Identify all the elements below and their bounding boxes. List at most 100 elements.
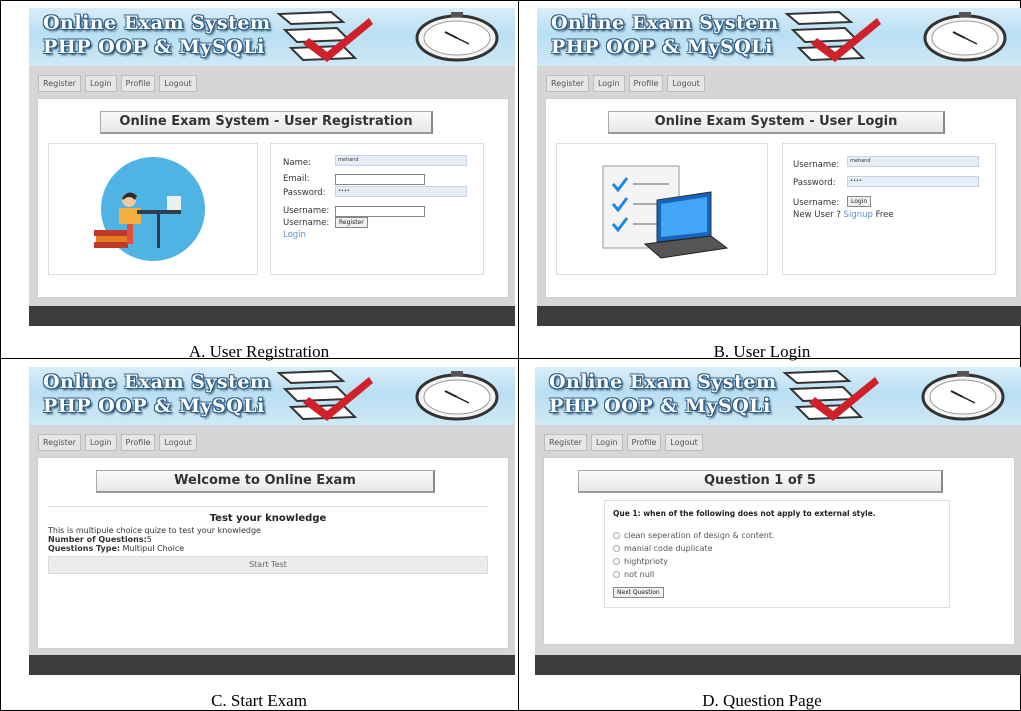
option-item[interactable]: not null <box>613 568 775 581</box>
nav-login[interactable]: Login <box>592 75 625 92</box>
signup-link[interactable]: Signup <box>844 210 873 220</box>
radio-icon[interactable] <box>613 558 620 565</box>
option-item[interactable]: hightprioty <box>613 555 775 568</box>
option-label: hightprioty <box>624 557 668 566</box>
register-button[interactable]: Register <box>335 217 368 228</box>
nav-menu: Register Login Profile Logout <box>38 75 197 92</box>
caption-d: D. Question Page <box>702 691 822 710</box>
nav-login[interactable]: Login <box>84 75 117 92</box>
password-label: Password: <box>283 188 326 198</box>
free-text: Free <box>875 210 894 220</box>
main-area: Register Login Profile Logout Question 1… <box>535 425 1021 655</box>
banner-title-line2: PHP OOP & MySQLi <box>549 395 771 417</box>
footer-bar <box>29 306 515 326</box>
nav-profile[interactable]: Profile <box>628 75 664 92</box>
username-input[interactable]: mehand <box>847 156 979 167</box>
exam-heading: Test your knowledge <box>209 513 327 524</box>
new-user-text: New User ? <box>793 210 841 220</box>
nav-menu: Register Login Profile Logout <box>546 75 705 92</box>
main-area: Register Login Profile Logout Welcome to… <box>29 425 515 661</box>
footer-bar <box>537 306 1021 326</box>
caption-b: B. User Login <box>713 342 811 361</box>
banner-title-line1: Online Exam System <box>43 12 271 34</box>
login-button[interactable]: Login <box>847 196 872 207</box>
password-input[interactable]: •••• <box>335 186 467 197</box>
content-card: Question 1 of 5 Que 1: when of the follo… <box>543 457 1015 645</box>
question-box: Que 1: when of the following does not ap… <box>604 500 950 608</box>
option-item[interactable]: manial code duplicate <box>613 542 775 555</box>
question-count-row: Number of Questions:5 <box>48 535 488 544</box>
page-title: Question 1 of 5 <box>578 470 943 493</box>
banner-title-line2: PHP OOP & MySQLi <box>551 36 773 58</box>
question-type-label: Questions Type: <box>48 544 121 553</box>
next-question-button[interactable]: Next Question <box>613 587 664 598</box>
nav-register[interactable]: Register <box>546 75 589 92</box>
nav-profile[interactable]: Profile <box>120 434 156 451</box>
username-input[interactable] <box>335 206 425 217</box>
banner-checklist-clock-icon <box>782 369 1005 421</box>
radio-icon[interactable] <box>613 545 620 552</box>
nav-profile[interactable]: Profile <box>626 434 662 451</box>
option-label: manial code duplicate <box>624 544 713 553</box>
registration-form: Name: mehand Email: Password: •••• Usern… <box>270 143 484 275</box>
page-title: Online Exam System - User Login <box>608 111 945 134</box>
banner-checklist-clock-icon <box>276 10 499 62</box>
content-card: Online Exam System - User Login Username… <box>545 98 1017 298</box>
question-type-value: Multipul Choice <box>122 544 185 553</box>
page-title: Welcome to Online Exam <box>96 470 435 493</box>
answer-options: clean seperation of design & content. ma… <box>613 529 775 581</box>
question-count-value: 5 <box>146 535 152 544</box>
nav-profile[interactable]: Profile <box>120 75 156 92</box>
nav-register[interactable]: Register <box>544 434 587 451</box>
nav-menu: Register Login Profile Logout <box>544 434 703 451</box>
panel-question-page: Online Exam System PHP OOP & MySQLi Regi… <box>535 367 1021 711</box>
username2-label: Username: <box>283 218 330 228</box>
nav-logout[interactable]: Logout <box>667 75 705 92</box>
exam-info: Test your knowledge This is multipule ch… <box>48 506 488 574</box>
footer-bar <box>535 655 1021 675</box>
question-count-label: Number of Questions: <box>48 535 147 544</box>
username2-label: Username: <box>793 198 840 208</box>
site-banner: Online Exam System PHP OOP & MySQLi <box>29 367 515 426</box>
caption-a: A. User Registration <box>188 342 330 361</box>
email-input[interactable] <box>335 174 425 185</box>
name-input[interactable]: mehand <box>335 155 467 166</box>
name-label: Name: <box>283 158 311 168</box>
nav-logout[interactable]: Logout <box>159 75 197 92</box>
site-banner: Online Exam System PHP OOP & MySQLi <box>535 367 1021 426</box>
option-label: clean seperation of design & content. <box>624 531 775 540</box>
site-banner: Online Exam System PHP OOP & MySQLi <box>29 8 515 67</box>
nav-logout[interactable]: Logout <box>159 434 197 451</box>
page-title: Online Exam System - User Registration <box>100 111 433 134</box>
banner-title-line1: Online Exam System <box>43 371 271 393</box>
content-card: Welcome to Online Exam Test your knowled… <box>37 457 509 649</box>
question-type-row: Questions Type: Multipul Choice <box>48 544 488 553</box>
login-form: Username: mehand Password: •••• Username… <box>782 143 996 275</box>
radio-icon[interactable] <box>613 532 620 539</box>
password-label: Password: <box>793 178 836 188</box>
nav-logout[interactable]: Logout <box>665 434 703 451</box>
nav-login[interactable]: Login <box>590 434 623 451</box>
radio-icon[interactable] <box>613 571 620 578</box>
content-card: Online Exam System - User Registration N… <box>37 98 509 298</box>
exam-description: This is multipule choice quize to test y… <box>48 526 261 535</box>
panel-user-registration: Online Exam System PHP OOP & MySQLi Regi… <box>29 8 515 361</box>
start-test-button[interactable]: Start Test <box>48 556 488 574</box>
password-input[interactable]: •••• <box>847 176 979 187</box>
username-label: Username: <box>283 206 330 216</box>
nav-register[interactable]: Register <box>38 434 81 451</box>
new-user-line: New User ? Signup Free <box>793 210 894 220</box>
illustration-box <box>556 143 768 275</box>
main-area: Register Login Profile Logout Online Exa… <box>29 66 515 316</box>
login-link[interactable]: Login <box>283 230 306 240</box>
footer-bar <box>29 655 515 675</box>
illustration-box <box>48 143 258 275</box>
nav-register[interactable]: Register <box>38 75 81 92</box>
nav-login[interactable]: Login <box>84 434 117 451</box>
banner-title-line2: PHP OOP & MySQLi <box>43 36 265 58</box>
username-label: Username: <box>793 160 840 170</box>
option-item[interactable]: clean seperation of design & content. <box>613 529 775 542</box>
caption-c: C. Start Exam <box>211 691 307 710</box>
banner-checklist-clock-icon <box>276 369 499 421</box>
banner-title-line1: Online Exam System <box>551 12 779 34</box>
